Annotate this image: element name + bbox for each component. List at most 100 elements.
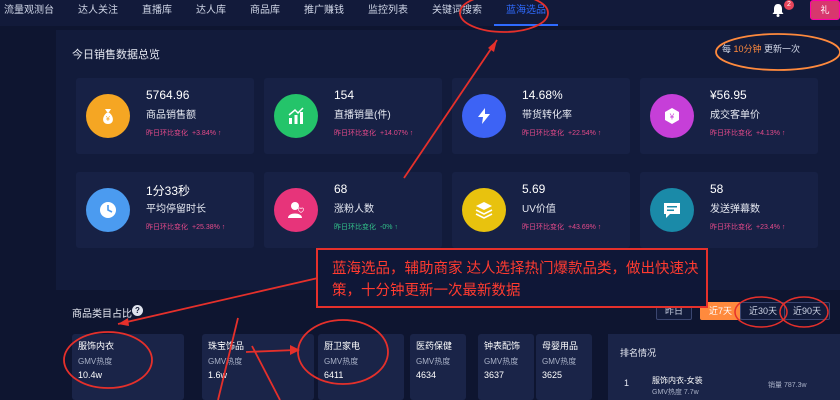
metric-card: 154 直播销量(件) 昨日环比变化 +14.07% ↑ [264,78,442,154]
metric-icon-wrap [462,94,506,138]
metric-icon-wrap [86,188,130,232]
nav-item-4[interactable]: 商品库 [238,0,292,26]
category-name: 服饰内衣 [78,341,115,351]
category-sub-label: GMV热度 [416,357,451,366]
annotation-text: 蓝海选品，辅助商家 达人选择热门爆款品类，做出快速决策，十分钟更新一次最新数据 [332,261,699,299]
metric-value: 14.68% [522,88,563,102]
metric-value: ¥56.95 [710,88,747,102]
nav-item-6[interactable]: 监控列表 [356,0,420,26]
category-value: 3637 [484,370,505,380]
metric-card: ¥5764.96 商品销售额昨日环比变化 +3.84% ↑ [76,78,254,154]
user-heart-icon [288,202,304,218]
metric-value: 154 [334,88,355,102]
chart-growth-icon [288,107,304,124]
category-sub-label: GMV热度 [542,357,577,366]
category-tile[interactable]: 厨卫家电 GMV热度 6411 [318,334,404,400]
category-name: 医药保健 [416,341,453,351]
category-tile[interactable]: 珠宝饰品 GMV热度 1.6w [202,334,314,400]
category-sub-label: GMV热度 [324,357,359,366]
ranking-panel: 排名情况 1 服饰内衣-女装 GMV热度 7.7w 销量 787.3w [608,334,840,400]
rank-item-name[interactable]: 服饰内衣-女装 [652,375,703,386]
metric-card: 68 涨粉人数昨日环比变化 -0% ↑ [264,172,442,248]
metric-card: 1分33秒平均停留时长昨日环比变化 +25.38% ↑ [76,172,254,248]
nav-item-3[interactable]: 达人库 [184,0,238,26]
nav-item-5[interactable]: 推广赚钱 [292,0,356,26]
ranking-title: 排名情况 [620,348,657,358]
rank-item-sales: 销量 787.3w [768,382,807,389]
category-name: 钟表配饰 [484,341,521,351]
metric-label: 成交客单价 [710,110,760,121]
metric-change: 昨日环比变化 -0% ↑ [334,224,398,231]
metric-icon-wrap [462,188,506,232]
metric-icon-wrap: ¥ [650,94,694,138]
metric-card: 58 发送弹幕数昨日环比变化 +23.4% ↑ [640,172,818,248]
nav-item-1[interactable]: 达人关注 [66,0,130,26]
conversion-icon [478,108,490,124]
metric-value: 5.69 [522,182,546,196]
metric-change: 昨日环比变化 +23.4% ↑ [710,224,786,231]
panel-title: 今日销售数据总览 [72,49,160,61]
category-name: 母婴用品 [542,341,579,351]
category-name: 珠宝饰品 [208,341,245,351]
svg-text:¥: ¥ [669,113,675,122]
category-value: 6411 [324,370,344,380]
category-tile[interactable]: 服饰内衣 GMV热度 10.4w [72,334,184,400]
category-tile[interactable]: 母婴用品 GMV热度 3625 [536,334,592,400]
metric-change: 昨日环比变化 +43.69% ↑ [522,224,602,231]
nav-item-0[interactable]: 流量观测台 [0,0,66,26]
metric-change: 昨日环比变化 +14.07% ↑ [334,130,414,137]
metric-icon-wrap: ¥ [86,94,130,138]
metric-label: 发送弹幕数 [710,204,760,215]
metric-value: 58 [710,182,724,196]
category-value: 1.6w [208,370,228,380]
metric-value: 5764.96 [146,88,190,102]
metric-card: 14.68% 带货转化率昨日环比变化 +22.54% ↑ [452,78,630,154]
category-sub-label: GMV热度 [208,357,243,366]
layers-icon [475,202,493,219]
message-icon [664,203,680,218]
metric-label: 平均停留时长 [146,204,206,215]
category-name: 厨卫家电 [324,341,361,351]
category-value: 4634 [416,370,437,380]
nav-item-7[interactable]: 关键词搜索 [420,0,494,26]
metric-value: 1分33秒 [146,184,191,198]
metric-change: 昨日环比变化 +25.38% ↑ [146,224,226,231]
nav-item-2[interactable]: 直播库 [130,0,184,26]
category-tile[interactable]: 钟表配饰 GMV热度 3637 [478,334,534,400]
range-button-2[interactable]: 近30天 [740,302,787,320]
clock-icon [100,202,116,218]
money-bag-icon: ¥ [103,109,113,124]
metric-value: 68 [334,182,348,196]
annotation-box: 蓝海选品，辅助商家 达人选择热门爆款品类，做出快速决策，十分钟更新一次最新数据 [316,248,708,308]
help-icon[interactable]: ? [132,305,143,316]
metric-change: 昨日环比变化 +4.13% ↑ [710,130,786,137]
metric-label: 涨粉人数 [334,204,374,215]
metric-change: 昨日环比变化 +3.84% ↑ [146,130,222,137]
category-value: 10.4w [78,370,103,380]
metric-label: 带货转化率 [522,110,572,121]
metric-label: 商品销售额 [146,110,196,121]
metric-label: UV价值 [522,204,556,215]
gift-button[interactable]: 礼 [810,0,840,20]
rank-number: 1 [624,378,630,388]
metric-card: 5.69 UV价值昨日环比变化 +43.69% ↑ [452,172,630,248]
refresh-interval-text: 每 10分钟 更新一次 [722,44,801,54]
metric-label: 直播销量(件) [334,110,391,121]
category-sub-label: GMV热度 [78,357,113,366]
nav-item-8[interactable]: 蓝海选品 [494,0,558,26]
rank-item-gmv: GMV热度 7.7w [652,389,699,396]
category-title: 商品类目占比 [72,309,132,320]
notification-badge: 2 [784,0,794,10]
category-sub-label: GMV热度 [484,357,519,366]
top-nav: 流量观测台 达人关注 直播库 达人库 商品库 推广赚钱 监控列表 关键词搜索 蓝海选品 [0,0,840,26]
range-button-3[interactable]: 近90天 [784,302,831,320]
metric-icon-wrap [650,188,694,232]
metric-card: ¥ ¥56.95 成交客单价昨日环比变化 +4.13% ↑ [640,78,818,154]
category-tile[interactable]: 医药保健 GMV热度 4634 [410,334,466,400]
metric-change: 昨日环比变化 +22.54% ↑ [522,130,602,137]
category-value: 3625 [542,370,563,380]
yen-icon: ¥ [665,108,679,124]
metric-icon-wrap [274,188,318,232]
svg-text:¥: ¥ [106,116,110,123]
metric-icon-wrap [274,94,318,138]
